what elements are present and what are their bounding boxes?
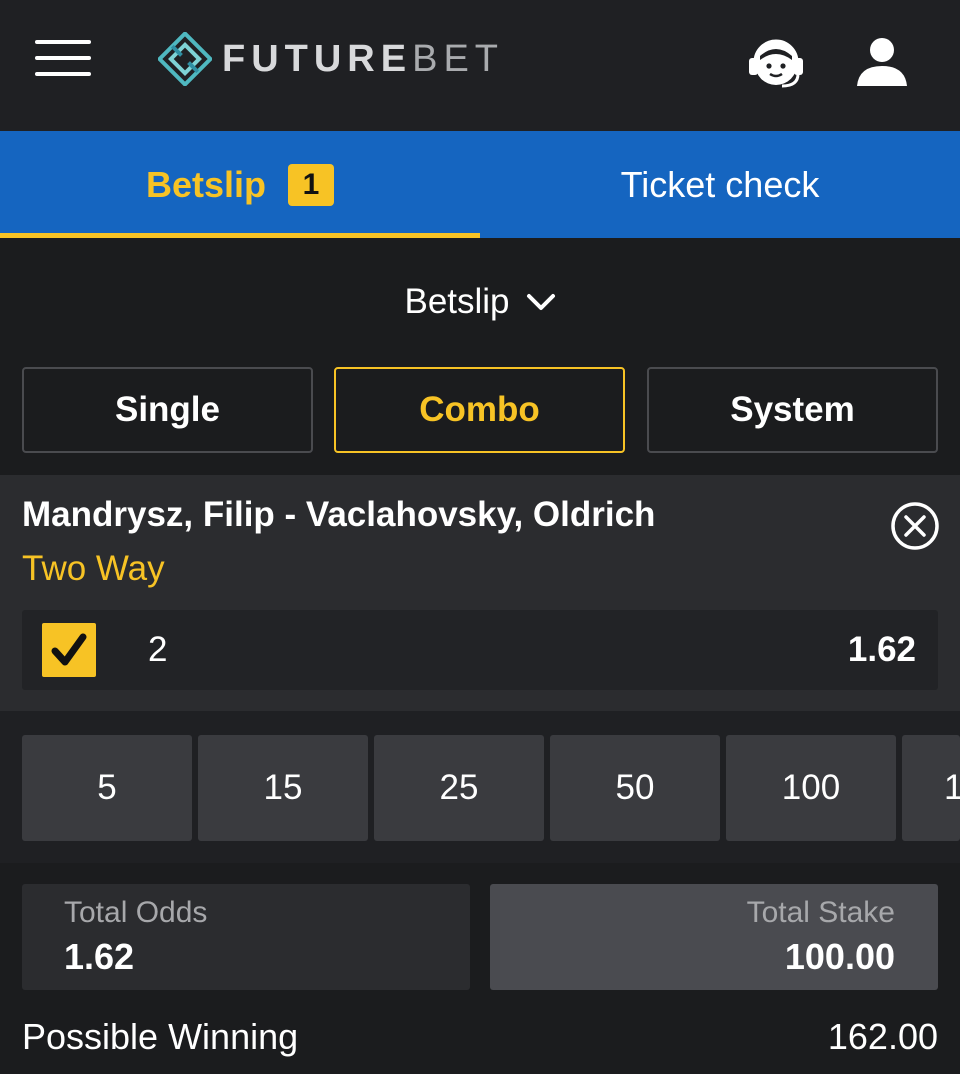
total-stake-input[interactable]: Total Stake 100.00 [490,884,938,990]
tab-betslip-label: Betslip [145,163,267,205]
outcome-odds: 1.62 [847,630,916,669]
outcome-checkbox[interactable] [42,623,96,677]
logo-text-secondary: BET [412,37,505,80]
customer-support-icon[interactable] [746,34,806,90]
quick-stake-button[interactable]: 1 [902,735,960,841]
possible-winning-label: Possible Winning [22,1016,299,1057]
hamburger-menu-icon[interactable] [35,40,91,76]
tab-bar: Betslip 1 Ticket check [0,131,960,238]
match-name: Mandrysz, Filip - Vaclahovsky, Oldrich [22,495,656,534]
betslip-totals: Total Odds 1.62 Total Stake 100.00 Possi… [0,863,960,1074]
tab-ticket-check-label: Ticket check [620,163,820,205]
logo-mark-icon [158,32,212,86]
possible-winning-value: 162.00 [827,1016,938,1057]
user-account-icon[interactable] [855,36,909,88]
quick-stake-button[interactable]: 25 [374,735,544,841]
app-header: FUTUREBET [0,0,960,131]
betslip-dropdown-label: Betslip [404,282,510,321]
checkmark-icon [51,633,87,666]
outcome-label: 2 [148,630,168,669]
logo-text: FUTUREBET [222,38,504,81]
close-circle-icon[interactable] [889,500,941,552]
betslip-dropdown[interactable]: Betslip [0,270,960,334]
quick-stake-button[interactable]: 100 [726,735,896,841]
market-name: Two Way [22,549,165,588]
total-stake-value: 100.00 [784,936,895,977]
total-odds-box: Total Odds 1.62 [22,884,470,990]
total-odds-label: Total Odds [64,896,208,929]
quick-stake-button[interactable]: 50 [550,735,720,841]
quick-stake-button[interactable]: 15 [198,735,368,841]
futurebet-logo[interactable]: FUTUREBET [158,30,504,88]
outcome-row: 2 1.62 [22,610,938,690]
logo-text-primary: FUTURE [222,37,413,80]
bet-type-system-button[interactable]: System [647,367,938,453]
total-odds-value: 1.62 [64,936,135,977]
tab-betslip[interactable]: Betslip 1 [0,131,480,238]
tab-ticket-check[interactable]: Ticket check [480,131,960,238]
quick-stake-strip: 5 15 25 50 100 1 [0,711,960,863]
chevron-down-icon [526,294,555,310]
total-stake-label: Total Stake [746,896,895,929]
bet-type-combo-button[interactable]: Combo [334,367,625,453]
quick-stake-button[interactable]: 5 [22,735,192,841]
betslip-count-badge: 1 [288,163,335,206]
bet-type-single-button[interactable]: Single [22,367,313,453]
bet-selection-card: Mandrysz, Filip - Vaclahovsky, Oldrich T… [0,475,960,711]
